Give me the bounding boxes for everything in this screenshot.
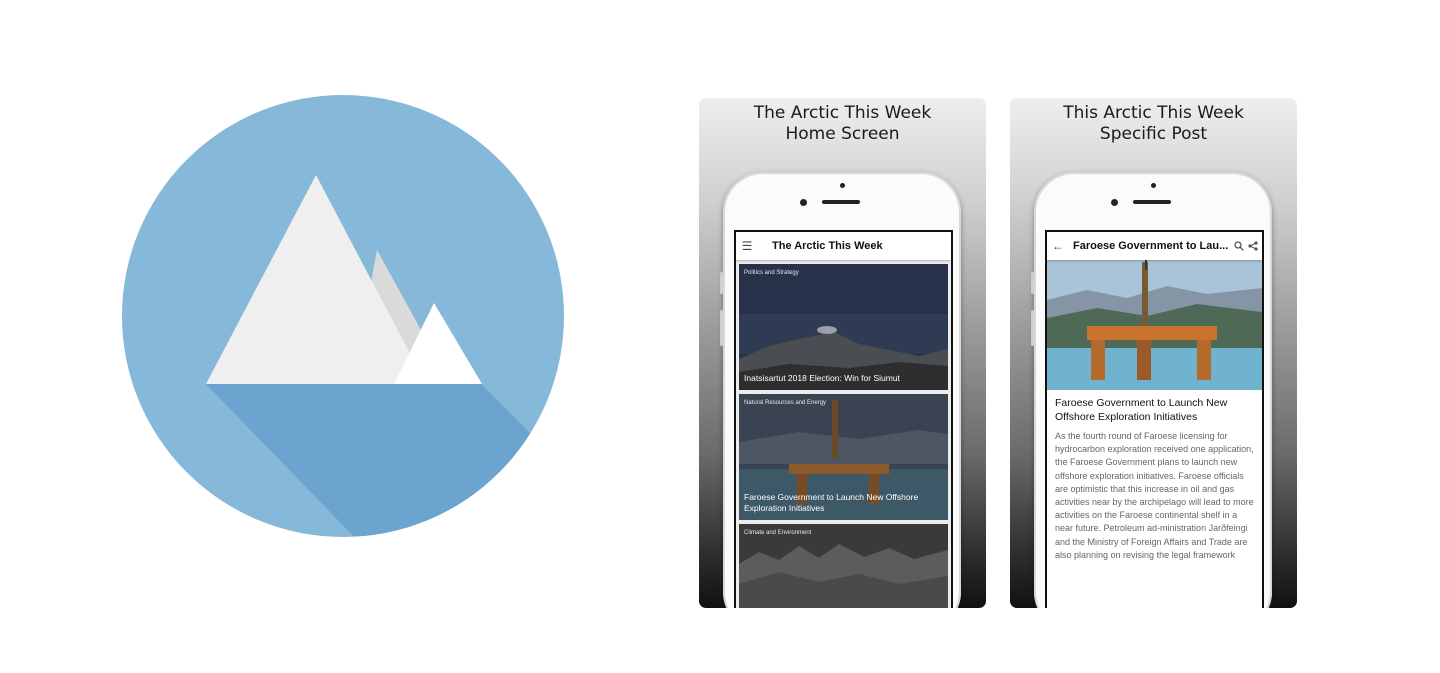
sensor-dot: [1151, 183, 1156, 188]
caption-post: This Arctic This Week Specific Post: [1010, 103, 1297, 145]
front-camera: [800, 199, 807, 206]
card-category: Natural Resources and Energy: [744, 400, 827, 406]
news-card[interactable]: Politics and Strategy Inatsisartut 2018 …: [739, 264, 948, 390]
earpiece: [1133, 200, 1171, 204]
card-headline: Inatsisartut 2018 Election: Win for Sium…: [744, 373, 900, 383]
mountain-logo: [122, 95, 564, 537]
hamburger-icon[interactable]: ☰: [736, 239, 758, 253]
caption-title: This Arctic This Week: [1063, 103, 1244, 123]
news-card[interactable]: Natural Resources and Energy Faroese Gov…: [739, 394, 948, 520]
screenshot-home: The Arctic This Week Home Screen ☰ The A…: [699, 98, 986, 608]
screenshot-post: This Arctic This Week Specific Post ← Fa…: [1010, 98, 1297, 608]
caption-title: The Arctic This Week: [753, 103, 932, 123]
phone-frame: ← Faroese Government to Lau... Faroese G…: [1031, 172, 1272, 608]
sensor-dot: [840, 183, 845, 188]
article-text: As the fourth round of Faroese licensing…: [1055, 431, 1254, 560]
card-image: [739, 524, 948, 608]
caption-subtitle: Specific Post: [1099, 124, 1208, 144]
article-body: Faroese Government to Launch New Offshor…: [1047, 390, 1262, 608]
phone-screen: ☰ The Arctic This Week Politics and Stra…: [734, 230, 953, 608]
phone-frame: ☰ The Arctic This Week Politics and Stra…: [720, 172, 961, 608]
post-title: Faroese Government to Lau...: [1073, 240, 1229, 252]
article-image: [1047, 260, 1262, 390]
search-icon[interactable]: [1234, 241, 1244, 251]
app-title: The Arctic This Week: [772, 240, 883, 252]
card-category: Politics and Strategy: [744, 270, 799, 276]
app-bar: ☰ The Arctic This Week: [736, 232, 951, 260]
front-camera: [1111, 199, 1118, 206]
arrow-back-icon[interactable]: ←: [1047, 239, 1069, 253]
caption-subtitle: Home Screen: [785, 124, 900, 144]
app-bar: ← Faroese Government to Lau...: [1047, 232, 1262, 260]
card-headline: Faroese Government to Launch New Offshor…: [744, 492, 919, 513]
caption-home: The Arctic This Week Home Screen: [699, 103, 986, 145]
card-image: [739, 264, 948, 390]
article-headline: Faroese Government to Launch New Offshor…: [1055, 397, 1228, 423]
earpiece: [822, 200, 860, 204]
card-category: Climate and Environment: [744, 530, 812, 536]
news-card[interactable]: Climate and Environment: [739, 524, 948, 608]
share-icon[interactable]: [1248, 241, 1258, 251]
phone-screen: ← Faroese Government to Lau... Faroese G…: [1045, 230, 1264, 608]
